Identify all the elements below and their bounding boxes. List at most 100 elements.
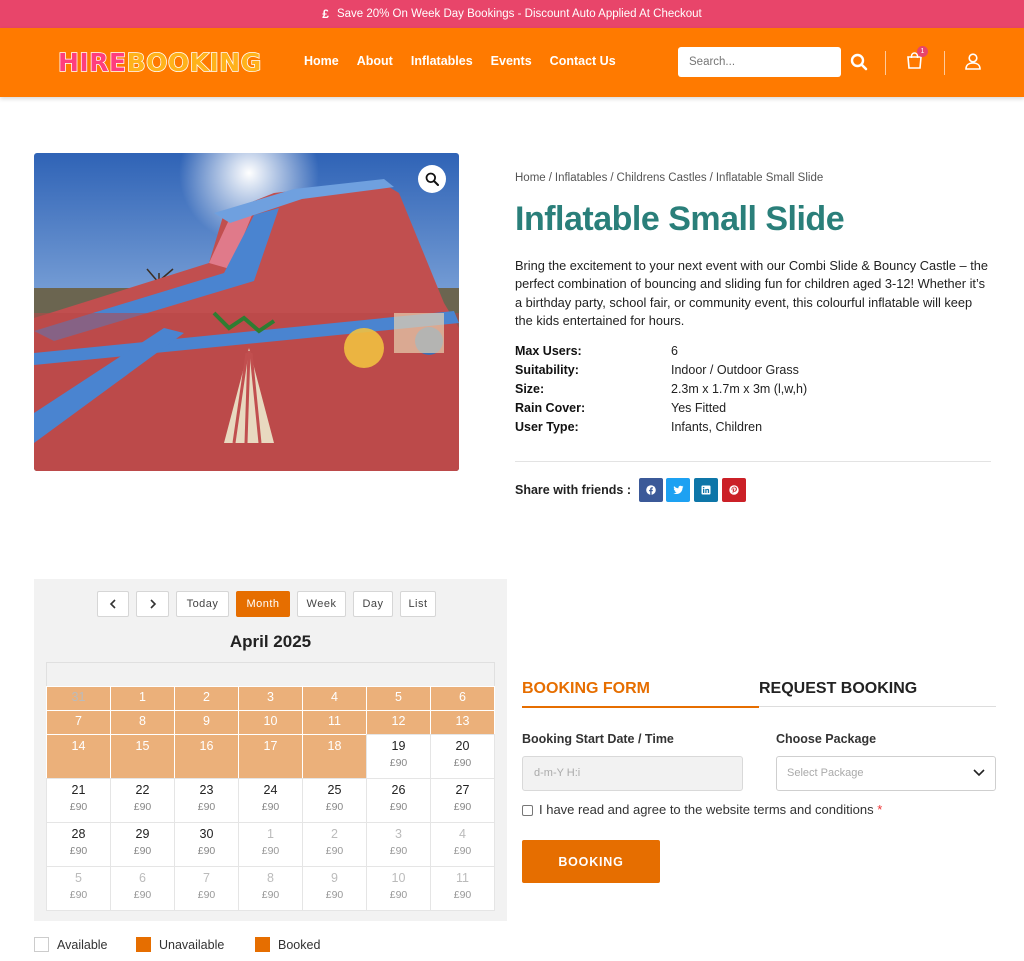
tab-booking-form[interactable]: BOOKING FORM bbox=[522, 680, 650, 698]
search-icon[interactable] bbox=[850, 53, 868, 71]
calendar-day-number: 30 bbox=[199, 827, 214, 841]
calendar-day-number: 18 bbox=[327, 739, 342, 753]
calendar-day-cell[interactable]: 27 £90 bbox=[430, 778, 495, 823]
calendar-prev-button[interactable] bbox=[97, 591, 129, 617]
facebook-icon bbox=[646, 485, 656, 495]
nav-contact-us[interactable]: Contact Us bbox=[550, 54, 616, 68]
package-select[interactable]: Select Package bbox=[776, 756, 996, 791]
nav-events[interactable]: Events bbox=[491, 54, 532, 68]
calendar-day-price: £90 bbox=[133, 845, 152, 857]
legend-label: Available bbox=[57, 937, 108, 952]
calendar-day-cell: 18 bbox=[302, 734, 367, 779]
share-label: Share with friends : bbox=[515, 483, 631, 497]
calendar-day-cell[interactable]: 20 £90 bbox=[430, 734, 495, 779]
calendar-day-cell[interactable]: 25 £90 bbox=[302, 778, 367, 823]
calendar-today-button[interactable]: Today bbox=[176, 591, 229, 617]
calendar-day-price: £90 bbox=[453, 801, 472, 813]
start-date-label: Booking Start Date / Time bbox=[522, 732, 674, 746]
product-image[interactable] bbox=[34, 153, 459, 471]
calendar-day-button[interactable]: Day bbox=[353, 591, 393, 617]
calendar-day-cell[interactable]: 6 £90 bbox=[110, 866, 175, 911]
terms-label: I have read and agree to the website ter… bbox=[539, 802, 882, 817]
site-logo[interactable]: HIREBOOKING bbox=[57, 47, 262, 78]
tab-active-indicator bbox=[522, 706, 759, 708]
calendar-day-cell: 14 bbox=[46, 734, 111, 779]
calendar-day-cell: 5 bbox=[366, 686, 431, 711]
calendar-title: April 2025 bbox=[229, 632, 312, 651]
calendar-day-price: £90 bbox=[261, 845, 280, 857]
calendar-day-cell[interactable]: 7 £90 bbox=[174, 866, 239, 911]
calendar-week-button[interactable]: Week bbox=[297, 591, 346, 617]
calendar-day-price: £90 bbox=[133, 889, 152, 901]
booking-submit-button[interactable]: BOOKING bbox=[522, 840, 660, 883]
tab-request-booking[interactable]: REQUEST BOOKING bbox=[759, 680, 917, 698]
calendar-day-cell[interactable]: 23 £90 bbox=[174, 778, 239, 823]
calendar-day-cell[interactable]: 22 £90 bbox=[110, 778, 175, 823]
calendar-day-cell: 2 bbox=[174, 686, 239, 711]
calendar-day-cell: 8 bbox=[110, 710, 175, 735]
search-input[interactable] bbox=[678, 47, 841, 77]
start-date-input[interactable]: d-m-Y H:i bbox=[522, 756, 743, 791]
calendar-day-number: 12 bbox=[391, 714, 406, 728]
calendar-day-cell: 31 bbox=[46, 686, 111, 711]
calendar-day-cell[interactable]: 28 £90 bbox=[46, 822, 111, 867]
pinterest-share-button[interactable] bbox=[722, 478, 746, 502]
calendar-day-cell[interactable]: 1 £90 bbox=[238, 822, 303, 867]
calendar-day-cell: 15 bbox=[110, 734, 175, 779]
header-divider bbox=[885, 51, 886, 75]
calendar-day-number: 17 bbox=[263, 739, 278, 753]
calendar-day-price: £90 bbox=[325, 845, 344, 857]
calendar-day-number: 19 bbox=[391, 739, 406, 753]
legend-label: Booked bbox=[278, 937, 321, 952]
linkedin-share-button[interactable] bbox=[694, 478, 718, 502]
calendar-day-price: £90 bbox=[133, 801, 152, 813]
calendar-day-cell[interactable]: 11 £90 bbox=[430, 866, 495, 911]
calendar-day-cell[interactable]: 24 £90 bbox=[238, 778, 303, 823]
main-nav: Home About Inflatables Events Contact Us bbox=[304, 54, 616, 68]
calendar-month-button[interactable]: Month bbox=[236, 591, 290, 617]
calendar-day-price: £90 bbox=[325, 801, 344, 813]
calendar-day-cell[interactable]: 10 £90 bbox=[366, 866, 431, 911]
calendar-day-number: 11 bbox=[456, 871, 469, 885]
nav-home[interactable]: Home bbox=[304, 54, 339, 68]
calendar-day-price: £90 bbox=[389, 801, 408, 813]
calendar-next-button[interactable] bbox=[136, 591, 169, 617]
calendar-day-cell[interactable]: 30 £90 bbox=[174, 822, 239, 867]
calendar-day-number: 11 bbox=[328, 714, 341, 728]
spec-value: 6 bbox=[671, 344, 678, 358]
breadcrumb-home[interactable]: Home bbox=[515, 172, 546, 184]
twitter-share-button[interactable] bbox=[666, 478, 690, 502]
calendar-day-cell[interactable]: 21 £90 bbox=[46, 778, 111, 823]
tab-underline bbox=[759, 706, 996, 707]
zoom-button[interactable] bbox=[418, 165, 446, 193]
terms-text: I have read and agree to the website ter… bbox=[539, 802, 874, 817]
breadcrumb-current: Inflatable Small Slide bbox=[715, 172, 824, 184]
spec-key: Suitability: bbox=[515, 363, 579, 377]
calendar-day-number: 3 bbox=[395, 827, 402, 841]
header-divider bbox=[944, 51, 945, 75]
calendar-day-number: 24 bbox=[263, 783, 278, 797]
breadcrumb-childrens-castles[interactable]: Childrens Castles bbox=[617, 172, 707, 184]
nav-about[interactable]: About bbox=[357, 54, 393, 68]
calendar-day-cell[interactable]: 3 £90 bbox=[366, 822, 431, 867]
calendar-day-cell[interactable]: 19 £90 bbox=[366, 734, 431, 779]
terms-checkbox[interactable] bbox=[522, 805, 533, 816]
calendar-day-cell[interactable]: 29 £90 bbox=[110, 822, 175, 867]
calendar-day-cell[interactable]: 2 £90 bbox=[302, 822, 367, 867]
breadcrumb-inflatables[interactable]: Inflatables bbox=[555, 172, 607, 184]
calendar-day-cell: 17 bbox=[238, 734, 303, 779]
nav-inflatables[interactable]: Inflatables bbox=[411, 54, 473, 68]
facebook-share-button[interactable] bbox=[639, 478, 663, 502]
calendar-list-button[interactable]: List bbox=[400, 591, 436, 617]
calendar-day-cell[interactable]: 4 £90 bbox=[430, 822, 495, 867]
calendar-day-cell: 16 bbox=[174, 734, 239, 779]
calendar-day-number: 21 bbox=[71, 783, 86, 797]
calendar-day-cell[interactable]: 5 £90 bbox=[46, 866, 111, 911]
chevron-left-icon bbox=[109, 599, 116, 609]
linkedin-icon bbox=[701, 485, 711, 495]
calendar-day-cell[interactable]: 26 £90 bbox=[366, 778, 431, 823]
user-icon[interactable] bbox=[964, 52, 982, 70]
calendar-day-cell[interactable]: 8 £90 bbox=[238, 866, 303, 911]
calendar-day-number: 10 bbox=[391, 871, 406, 885]
calendar-day-cell[interactable]: 9 £90 bbox=[302, 866, 367, 911]
